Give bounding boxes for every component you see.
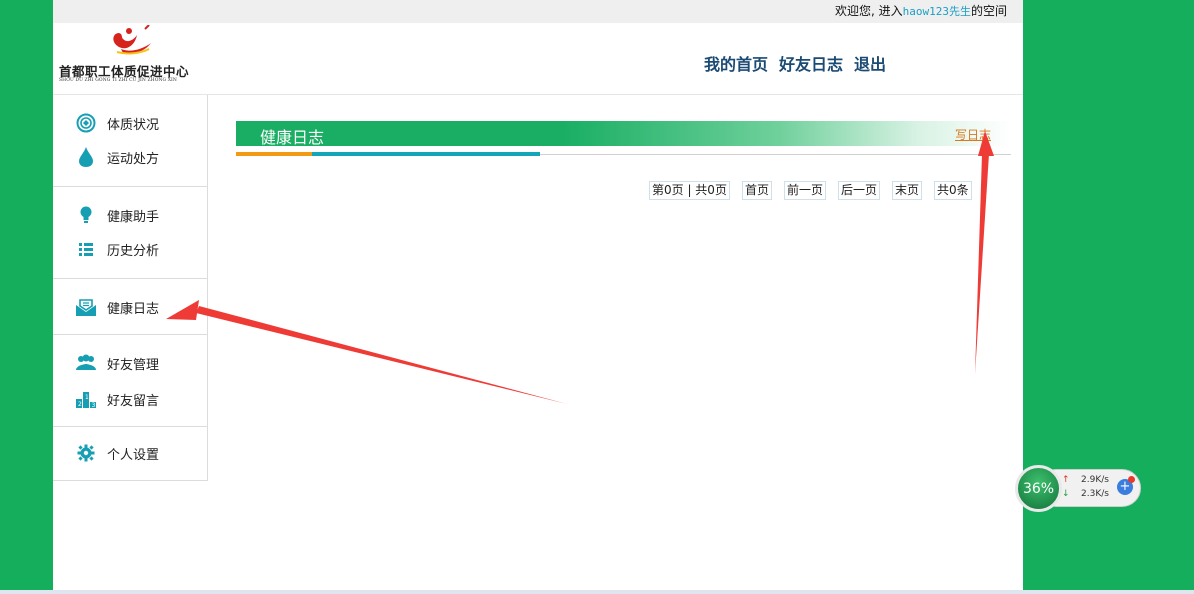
upload-row: ↑ 2.9K/s bbox=[1062, 475, 1109, 485]
pagination: 第0页 | 共0页 首页 前一页 后一页 末页 共0条 bbox=[649, 181, 972, 200]
sidebar-item-exercise-prescription[interactable]: 运动处方 bbox=[75, 145, 159, 169]
write-log-link[interactable]: 写日志 bbox=[955, 126, 991, 143]
sidebar-item-health-log[interactable]: 健康日志 bbox=[75, 295, 159, 319]
download-speed: 2.3K/s bbox=[1081, 489, 1109, 499]
sidebar-item-label: 健康助手 bbox=[107, 209, 160, 225]
sidebar-group-physique: 体质状况 运动处方 bbox=[53, 95, 207, 187]
sidebar-item-label: 运动处方 bbox=[107, 151, 160, 167]
download-row: ↓ 2.3K/s bbox=[1062, 489, 1109, 499]
section-title: 健康日志 bbox=[260, 128, 325, 147]
top-bar: 欢迎您, 进入haow123先生的空间 bbox=[53, 0, 1023, 23]
sidebar-item-health-assistant[interactable]: 健康助手 bbox=[75, 203, 159, 227]
bottom-strip bbox=[0, 590, 1194, 594]
svg-text:2: 2 bbox=[78, 401, 82, 408]
download-arrow-icon: ↓ bbox=[1062, 489, 1070, 499]
upload-arrow-icon: ↑ bbox=[1062, 475, 1070, 485]
nav-my-home[interactable]: 我的首页 bbox=[704, 51, 768, 75]
section-title-bar: 健康日志 写日志 bbox=[236, 121, 1011, 147]
underline-teal-segment bbox=[312, 152, 540, 156]
nav-logout[interactable]: 退出 bbox=[854, 51, 886, 75]
username-link[interactable]: haow123先生 bbox=[903, 5, 971, 18]
header: 首都职工体质促进中心 SHOU DU ZHI GONG TI ZHI CU JI… bbox=[53, 23, 1023, 95]
sidebar-item-label: 个人设置 bbox=[107, 447, 160, 463]
drop-icon bbox=[75, 146, 97, 168]
sidebar-group-log: 健康日志 bbox=[53, 279, 207, 335]
logo[interactable]: 首都职工体质促进中心 SHOU DU ZHI GONG TI ZHI CU JI… bbox=[57, 25, 207, 89]
sidebar-group-health: 健康助手 历史分析 bbox=[53, 187, 207, 279]
last-page-button[interactable]: 末页 bbox=[892, 181, 923, 200]
total-count: 共0条 bbox=[934, 181, 972, 200]
sidebar-group-friends: 好友管理 213 好友留言 bbox=[53, 335, 207, 427]
network-speed-widget[interactable]: ↑ 2.9K/s ↓ 2.3K/s + 36% bbox=[1015, 465, 1141, 512]
sidebar-item-label: 好友留言 bbox=[107, 393, 160, 409]
upload-speed: 2.9K/s bbox=[1081, 475, 1109, 485]
page-container: 欢迎您, 进入haow123先生的空间 首都职工体质促进中心 SHOU DU Z… bbox=[53, 0, 1023, 590]
envelope-icon bbox=[75, 296, 97, 318]
svg-text:1: 1 bbox=[85, 394, 89, 401]
first-page-button[interactable]: 首页 bbox=[741, 181, 772, 200]
sidebar-item-friend-management[interactable]: 好友管理 bbox=[75, 351, 159, 375]
list-icon bbox=[75, 238, 97, 260]
sidebar-item-label: 好友管理 bbox=[107, 357, 160, 373]
top-nav: 我的首页 好友日志 退出 bbox=[704, 51, 886, 75]
nav-friend-logs[interactable]: 好友日志 bbox=[779, 51, 843, 75]
welcome-suffix: 的空间 bbox=[970, 4, 1007, 18]
people-icon bbox=[75, 352, 97, 374]
sidebar-item-history-analysis[interactable]: 历史分析 bbox=[75, 237, 159, 261]
welcome-text: 欢迎您, 进入haow123先生的空间 bbox=[835, 2, 1007, 19]
ring-icon bbox=[75, 112, 97, 134]
memory-usage-circle[interactable]: 36% bbox=[1015, 465, 1062, 512]
svg-text:3: 3 bbox=[92, 402, 96, 409]
underline-orange-segment bbox=[236, 152, 312, 156]
sidebar-item-physique-status[interactable]: 体质状况 bbox=[75, 111, 159, 135]
notification-dot bbox=[1128, 476, 1135, 483]
prev-page-button[interactable]: 前一页 bbox=[783, 181, 826, 200]
sidebar-group-settings: 个人设置 bbox=[53, 427, 207, 481]
sidebar: 体质状况 运动处方 健康助手 历史分析 健康日志 好友管理 2 1 3 好友留言… bbox=[53, 95, 208, 481]
page-info: 第0页 | 共0页 bbox=[649, 181, 730, 200]
logo-subtitle: SHOU DU ZHI GONG TI ZHI CU JIN ZHONG XIN bbox=[59, 78, 177, 83]
sidebar-item-label: 体质状况 bbox=[107, 117, 160, 133]
next-page-button[interactable]: 后一页 bbox=[837, 181, 880, 200]
bulb-icon bbox=[75, 204, 97, 226]
gear-icon bbox=[75, 442, 97, 464]
sidebar-item-label: 健康日志 bbox=[107, 301, 160, 317]
sidebar-item-friend-messages[interactable]: 213 好友留言 bbox=[75, 387, 159, 411]
sidebar-item-personal-settings[interactable]: 个人设置 bbox=[75, 441, 159, 465]
sidebar-item-label: 历史分析 bbox=[107, 243, 160, 259]
podium-icon: 213 bbox=[75, 388, 97, 410]
welcome-prefix: 欢迎您, 进入 bbox=[834, 4, 903, 18]
